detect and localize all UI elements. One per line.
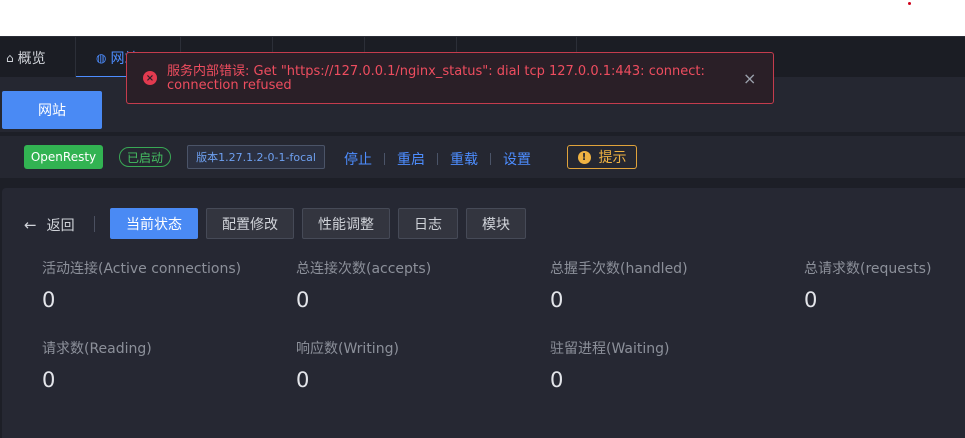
openresty-badge: OpenResty bbox=[24, 145, 103, 169]
stat-label: 总请求数(requests) bbox=[804, 261, 932, 277]
back-label: 返回 bbox=[46, 218, 75, 234]
close-icon[interactable]: × bbox=[743, 69, 756, 88]
arrow-left-icon: ← bbox=[24, 216, 37, 234]
stat-value: 0 bbox=[296, 368, 310, 392]
stat-value: 0 bbox=[42, 288, 56, 312]
divider bbox=[437, 153, 438, 165]
stat-value: 0 bbox=[550, 368, 564, 392]
divider bbox=[384, 153, 385, 165]
stat-value: 0 bbox=[296, 288, 310, 312]
stat-label: 总握手次数(handled) bbox=[550, 261, 688, 277]
error-message: 服务内部错误: Get "https://127.0.0.1/nginx_sta… bbox=[167, 64, 705, 93]
tab-overview[interactable]: ⌂ 概览 bbox=[0, 37, 76, 78]
stat-value: 0 bbox=[42, 368, 56, 392]
tab-overview-label: 概览 bbox=[17, 50, 46, 67]
divider bbox=[490, 153, 491, 165]
stat-label: 驻留进程(Waiting) bbox=[550, 341, 670, 357]
globe-icon: ◍ bbox=[96, 50, 107, 65]
home-icon: ⌂ bbox=[6, 50, 14, 65]
version-badge: 版本1.27.1.2-0-1-focal bbox=[187, 145, 325, 169]
stat-label: 总连接次数(accepts) bbox=[296, 261, 432, 277]
stat-label: 请求数(Reading) bbox=[42, 341, 152, 357]
indicator-dot bbox=[908, 2, 911, 5]
divider bbox=[94, 216, 95, 232]
error-icon: × bbox=[143, 71, 157, 85]
status-badge: 已启动 bbox=[119, 147, 171, 167]
subtab-logs[interactable]: 日志 bbox=[398, 208, 458, 239]
warning-icon: ! bbox=[577, 150, 591, 164]
website-button[interactable]: 网站 bbox=[2, 91, 102, 129]
error-toast: × 服务内部错误: Get "https://127.0.0.1/nginx_s… bbox=[126, 52, 774, 104]
status-panel: ← 返回 当前状态 配置修改 性能调整 日志 模块 活动连接(Active co… bbox=[2, 188, 965, 438]
hint-button[interactable]: ! 提示 bbox=[567, 145, 637, 169]
server-toolbar: OpenResty 已启动 版本1.27.1.2-0-1-focal 停止 重启… bbox=[0, 136, 965, 178]
stat-label: 响应数(Writing) bbox=[296, 341, 399, 357]
top-bar bbox=[0, 0, 965, 36]
stop-button[interactable]: 停止 bbox=[344, 149, 372, 169]
hint-label: 提示 bbox=[598, 150, 627, 166]
subtab-modules[interactable]: 模块 bbox=[466, 208, 526, 239]
stat-label: 活动连接(Active connections) bbox=[42, 261, 242, 277]
back-button[interactable]: ← 返回 bbox=[24, 215, 75, 235]
restart-button[interactable]: 重启 bbox=[397, 149, 425, 169]
subtab-performance[interactable]: 性能调整 bbox=[302, 208, 390, 239]
server-actions: 停止 重启 重载 设置 bbox=[344, 149, 531, 169]
subtab-current-status[interactable]: 当前状态 bbox=[110, 208, 198, 239]
stat-value: 0 bbox=[804, 288, 818, 312]
settings-button[interactable]: 设置 bbox=[503, 149, 531, 169]
reload-button[interactable]: 重载 bbox=[450, 149, 478, 169]
subtab-config[interactable]: 配置修改 bbox=[206, 208, 294, 239]
stat-value: 0 bbox=[550, 288, 564, 312]
